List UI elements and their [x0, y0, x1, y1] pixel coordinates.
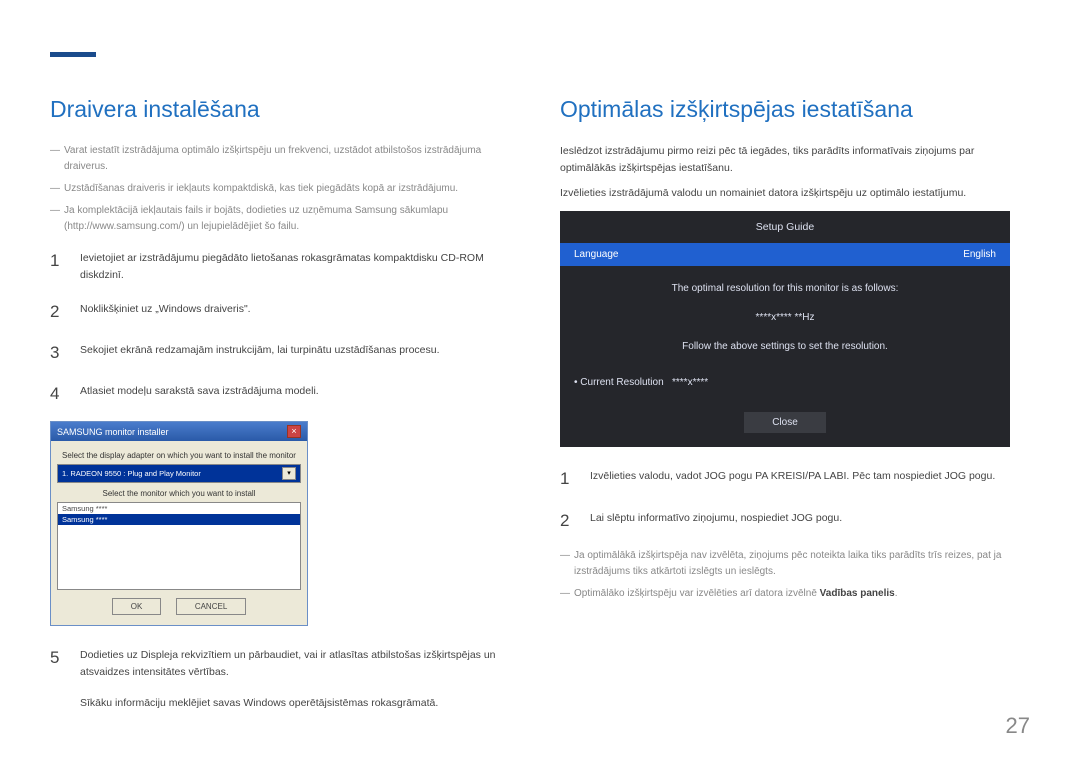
right-heading: Optimālas izšķirtspējas iestatīšana — [560, 96, 1030, 123]
installer-title-text: SAMSUNG monitor installer — [57, 427, 169, 437]
right-intro-2: Izvēlieties izstrādājumā valodu un nomai… — [560, 185, 1030, 202]
step-number: 1 — [50, 247, 64, 284]
osd-resolution: ****x**** **Hz — [600, 309, 970, 326]
list-item[interactable]: Samsung **** — [58, 514, 300, 525]
osd-close-button[interactable]: Close — [744, 412, 826, 433]
header-accent-bar — [50, 52, 96, 57]
left-note-2: Uzstādīšanas draiveris ir iekļauts kompa… — [50, 181, 520, 197]
osd-current-resolution: • Current Resolution ****x**** — [560, 369, 1010, 396]
cancel-button[interactable]: CANCEL — [176, 598, 246, 615]
step-number: 2 — [560, 507, 574, 534]
step-number: 3 — [50, 339, 64, 366]
right-column: Optimālas izšķirtspējas iestatīšana Iesl… — [560, 60, 1030, 712]
osd-language-label: Language — [574, 249, 619, 260]
osd-panel: Setup Guide Language English The optimal… — [560, 211, 1010, 447]
left-note-1: Varat iestatīt izstrādājuma optimālo izš… — [50, 143, 520, 175]
left-step-2: 2 Noklikšķiniet uz „Windows draiveris". — [50, 298, 520, 325]
step-text: Atlasiet modeļu sarakstā sava izstrādāju… — [80, 380, 520, 407]
left-footnote: Sīkāku informāciju meklējiet savas Windo… — [80, 695, 520, 712]
right-note-1: Ja optimālākā izšķirtspēja nav izvēlēta,… — [560, 548, 1030, 580]
adapter-selected: 1. RADEON 9550 : Plug and Play Monitor — [62, 469, 201, 478]
list-item[interactable]: Samsung **** — [58, 503, 300, 514]
left-note-3: Ja komplektācijā iekļautais fails ir boj… — [50, 203, 520, 235]
step-number: 2 — [50, 298, 64, 325]
right-step-1: 1 Izvēlieties valodu, vadot JOG pogu PA … — [560, 465, 1030, 492]
installer-titlebar: SAMSUNG monitor installer × — [51, 422, 307, 441]
osd-cur-label: Current Resolution — [580, 377, 663, 388]
left-step-1: 1 Ievietojiet ar izstrādājumu piegādāto … — [50, 247, 520, 284]
osd-message: The optimal resolution for this monitor … — [560, 266, 1010, 369]
osd-msg-line2: Follow the above settings to set the res… — [600, 338, 970, 355]
adapter-dropdown[interactable]: 1. RADEON 9550 : Plug and Play Monitor ▾ — [57, 464, 301, 483]
left-step-5: 5 Dodieties uz Displeja rekvizītiem un p… — [50, 644, 520, 681]
right-note-2-bold: Vadības panelis — [820, 588, 895, 599]
chevron-down-icon[interactable]: ▾ — [282, 467, 296, 480]
step-text: Noklikšķiniet uz „Windows draiveris". — [80, 298, 520, 325]
monitor-listbox[interactable]: Samsung **** Samsung **** — [57, 502, 301, 590]
step-text: Ievietojiet ar izstrādājumu piegādāto li… — [80, 247, 520, 284]
step-text: Dodieties uz Displeja rekvizītiem un pār… — [80, 644, 520, 681]
osd-language-value: English — [963, 249, 996, 260]
left-column: Draivera instalēšana Varat iestatīt izst… — [50, 60, 520, 712]
left-heading: Draivera instalēšana — [50, 96, 520, 123]
osd-cur-value: ****x**** — [672, 377, 708, 388]
right-intro-1: Ieslēdzot izstrādājumu pirmo reizi pēc t… — [560, 143, 1030, 177]
osd-close-row: Close — [560, 396, 1010, 447]
osd-title: Setup Guide — [560, 211, 1010, 243]
installer-window: SAMSUNG monitor installer × Select the d… — [50, 421, 308, 626]
installer-label-2: Select the monitor which you want to ins… — [57, 489, 301, 498]
step-text: Lai slēptu informatīvo ziņojumu, nospied… — [590, 507, 1030, 534]
ok-button[interactable]: OK — [112, 598, 162, 615]
installer-label-1: Select the display adapter on which you … — [57, 451, 301, 460]
right-step-2: 2 Lai slēptu informatīvo ziņojumu, nospi… — [560, 507, 1030, 534]
page-number: 27 — [1006, 713, 1030, 739]
step-text: Sekojiet ekrānā redzamajām instrukcijām,… — [80, 339, 520, 366]
step-number: 4 — [50, 380, 64, 407]
right-note-2-text: Optimālāko izšķirtspēju var izvēlēties a… — [574, 588, 820, 599]
left-step-3: 3 Sekojiet ekrānā redzamajām instrukcijā… — [50, 339, 520, 366]
step-number: 1 — [560, 465, 574, 492]
close-icon[interactable]: × — [287, 425, 301, 438]
step-number: 5 — [50, 644, 64, 681]
left-step-4: 4 Atlasiet modeļu sarakstā sava izstrādā… — [50, 380, 520, 407]
osd-msg-line1: The optimal resolution for this monitor … — [600, 280, 970, 297]
step-text: Izvēlieties valodu, vadot JOG pogu PA KR… — [590, 465, 1030, 492]
osd-language-row[interactable]: Language English — [560, 243, 1010, 266]
right-note-2: Optimālāko izšķirtspēju var izvēlēties a… — [560, 586, 1030, 602]
